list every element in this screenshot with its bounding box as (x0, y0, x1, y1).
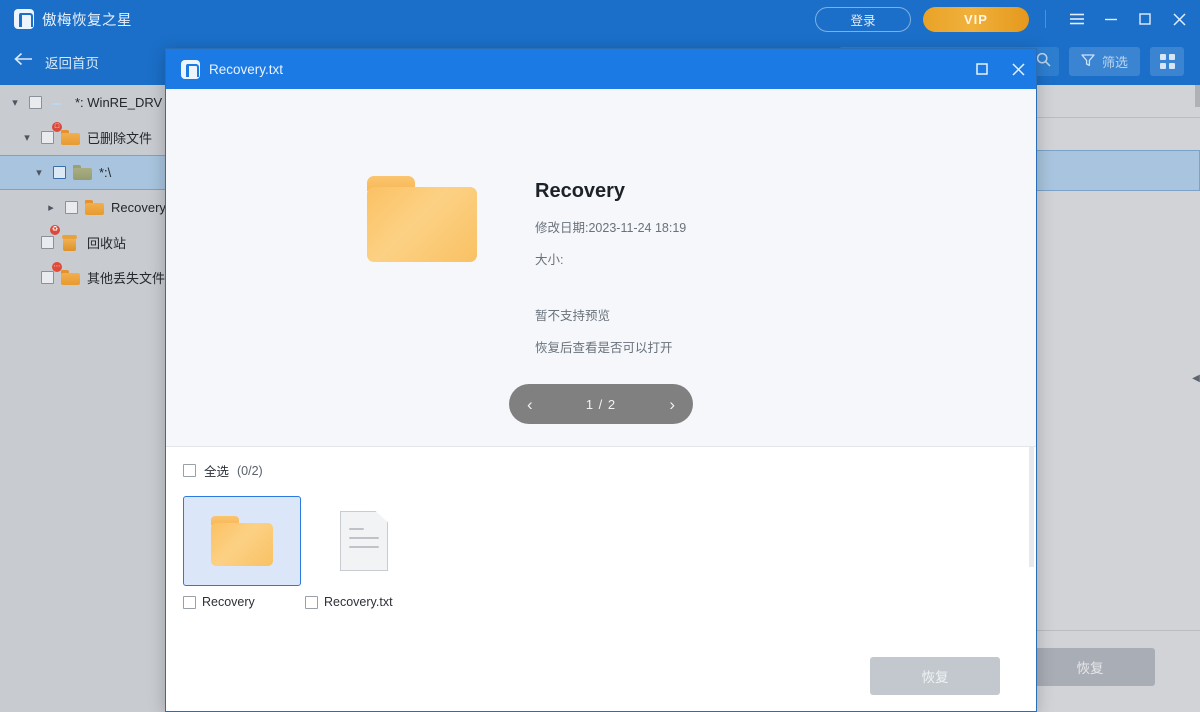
sidebar-item-label: 回收站 (87, 233, 126, 252)
app-logo-icon (181, 60, 200, 79)
item-checkbox[interactable] (183, 596, 196, 609)
preview-pager: ‹ 1 / 2 › (509, 384, 693, 424)
preview-hint-note: 恢复后查看是否可以打开 (535, 337, 835, 356)
select-all-checkbox[interactable] (183, 464, 196, 477)
tree-checkbox[interactable] (29, 96, 42, 109)
sidebar-item-label: Recovery (111, 200, 166, 215)
filter-label: 筛选 (1102, 52, 1128, 71)
sidebar-item-label: *:\ (99, 165, 111, 180)
chevron-down-icon[interactable]: ▾ (8, 96, 22, 109)
dialog-window-controls (964, 49, 1036, 89)
title-bar: 傲梅恢复之星 登录 VIP (0, 0, 1200, 38)
tree-checkbox[interactable] (53, 166, 66, 179)
item-label: Recovery.txt (324, 595, 393, 609)
chevron-right-icon[interactable]: ▸ (44, 201, 58, 214)
application-window: 傲梅恢复之星 登录 VIP 返回首页 (0, 0, 1200, 712)
chevron-down-icon[interactable]: ▾ (32, 166, 46, 179)
pager-position: 1 / 2 (586, 397, 616, 412)
drive-icon (49, 95, 68, 111)
select-all-row[interactable]: 全选 (0/2) (166, 447, 1036, 480)
tree-checkbox[interactable] (65, 201, 78, 214)
vip-button[interactable]: VIP (923, 7, 1029, 32)
hamburger-icon[interactable] (1060, 3, 1094, 35)
item-checkbox[interactable] (305, 596, 318, 609)
thumbnail-grid: Recovery Recovery.txt (166, 480, 1036, 609)
chevron-left-icon[interactable]: ◀ (1192, 357, 1200, 399)
folder-dots-icon: ⋯ (61, 270, 80, 286)
preview-unsupported-note: 暂不支持预览 (535, 305, 835, 324)
close-icon[interactable] (1000, 49, 1036, 89)
tree-checkbox[interactable] (41, 271, 54, 284)
file-list-scrollbar[interactable] (1195, 85, 1200, 107)
filter-button[interactable]: 筛选 (1069, 47, 1140, 76)
title-bar-controls: 登录 VIP (815, 3, 1200, 35)
preview-modified-date: 修改日期:2023-11-24 18:19 (535, 217, 835, 236)
recover-button[interactable]: 恢复 (1025, 648, 1155, 686)
dialog-title-bar: Recovery.txt (166, 49, 1036, 89)
minimize-icon[interactable] (1094, 3, 1128, 35)
divider (1045, 10, 1046, 28)
app-brand: 傲梅恢复之星 (0, 9, 132, 30)
back-home-button[interactable]: 返回首页 (0, 52, 99, 72)
folder-trash-icon: □ (61, 130, 80, 146)
preview-size: 大小: (535, 249, 835, 268)
folder-icon (367, 176, 477, 262)
tree-checkbox[interactable] (41, 236, 54, 249)
thumbnail-scrollbar[interactable] (1029, 447, 1034, 567)
item-label: Recovery (202, 595, 255, 609)
preview-area: Recovery 修改日期:2023-11-24 18:19 大小: 暂不支持预… (166, 89, 1036, 446)
list-item[interactable]: Recovery (183, 496, 305, 609)
chevron-down-icon[interactable]: ▾ (20, 131, 34, 144)
back-home-label: 返回首页 (45, 52, 99, 72)
tree-checkbox[interactable] (41, 131, 54, 144)
folder-icon (211, 516, 273, 566)
thumbnail-panel: 全选 (0/2) Recovery (166, 446, 1036, 649)
chevron-right-icon[interactable]: › (669, 396, 675, 413)
funnel-icon (1081, 53, 1095, 70)
preview-metadata: Recovery 修改日期:2023-11-24 18:19 大小: 暂不支持预… (535, 176, 835, 369)
sidebar-item-label: *: WinRE_DRV (75, 95, 162, 110)
maximize-icon[interactable] (964, 49, 1000, 89)
sidebar-item-label: 已删除文件 (87, 128, 152, 147)
grid-view-icon[interactable] (1150, 47, 1184, 76)
list-item[interactable]: Recovery.txt (305, 496, 427, 609)
dialog-recover-button[interactable]: 恢复 (870, 657, 1000, 695)
recycle-bin-icon: ♻ (61, 235, 80, 251)
text-document-icon (340, 511, 388, 571)
dialog-footer: 恢复 (166, 649, 1036, 711)
maximize-icon[interactable] (1128, 3, 1162, 35)
sidebar-item-label: 其他丢失文件 (87, 268, 165, 287)
select-all-label: 全选 (204, 461, 229, 480)
folder-icon (85, 200, 104, 216)
search-icon (1036, 52, 1051, 72)
app-logo-icon (14, 9, 34, 29)
arrow-left-icon (14, 52, 34, 71)
app-title: 傲梅恢复之星 (42, 9, 132, 30)
folder-plain-icon (73, 165, 92, 181)
preview-file-name: Recovery (535, 180, 835, 203)
chevron-left-icon[interactable]: ‹ (527, 396, 533, 413)
login-button[interactable]: 登录 (815, 7, 911, 32)
preview-dialog: Recovery.txt Recovery 修改日期:2023-11-24 18… (165, 48, 1037, 712)
dialog-title: Recovery.txt (209, 62, 283, 77)
select-all-count: (0/2) (237, 464, 263, 478)
close-icon[interactable] (1162, 3, 1196, 35)
